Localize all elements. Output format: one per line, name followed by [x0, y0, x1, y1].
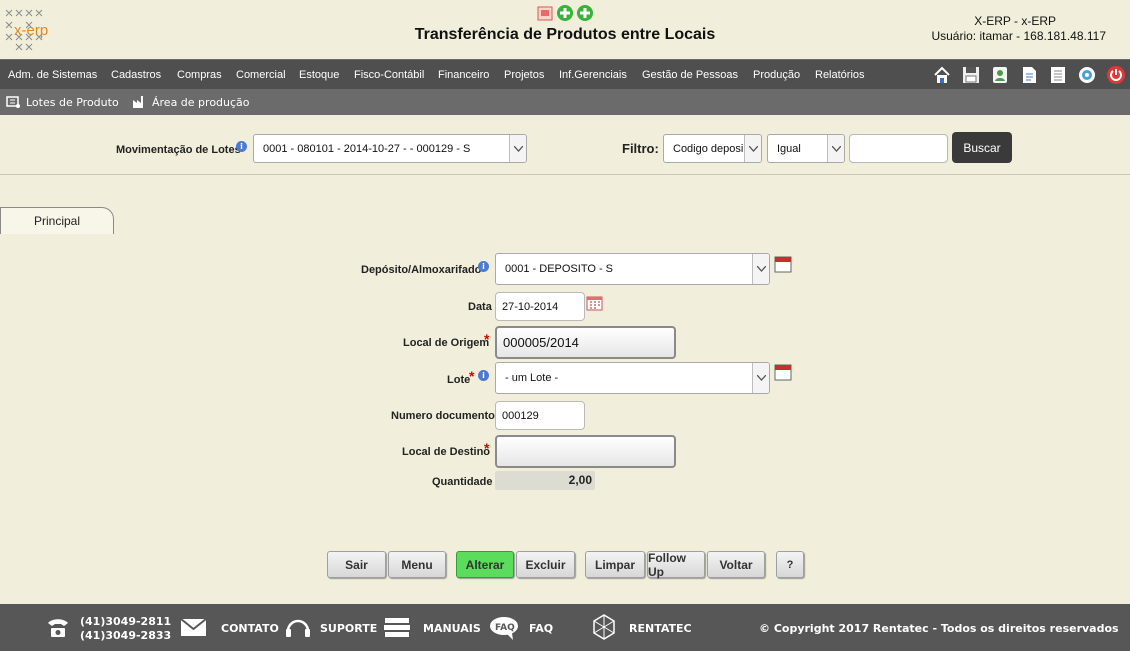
save-icon[interactable] — [961, 65, 981, 85]
phone-icon — [46, 617, 70, 642]
add-icon — [557, 5, 573, 21]
add-new-icon — [577, 5, 593, 21]
menu-relatorios[interactable]: Relatórios — [815, 69, 865, 81]
mov-lotes-label: Movimentação de Lotes — [116, 144, 241, 156]
filter-value-input[interactable] — [849, 134, 948, 163]
menu-adm-sistemas[interactable]: Adm. de Sistemas — [8, 69, 97, 81]
mov-lotes-select[interactable]: 0001 - 080101 - 2014-10-27 - - 000129 - … — [253, 134, 527, 163]
local-destino-input[interactable] — [495, 435, 676, 468]
help-button[interactable]: ? — [776, 551, 804, 578]
lotes-icon — [6, 94, 21, 112]
header: x-erp Transferência de Produtos entre Lo… — [0, 0, 1130, 59]
limpar-button[interactable]: Limpar — [585, 551, 645, 578]
list-icon[interactable] — [1048, 65, 1068, 85]
faq-icon[interactable]: FAQ — [489, 615, 519, 644]
header-actions — [537, 4, 597, 22]
menu-gestao-pessoas[interactable]: Gestão de Pessoas — [642, 69, 738, 81]
copyright: © Copyright 2017 Rentatec - Todos os dir… — [759, 622, 1119, 635]
menu-fisco-contabil[interactable]: Fisco-Contábil — [354, 69, 424, 81]
calendar-icon[interactable] — [774, 256, 792, 276]
contato-link[interactable]: CONTATO — [221, 622, 279, 635]
deposito-value: 0001 - DEPOSITO - S — [505, 263, 614, 275]
main-menu-bar: Adm. de Sistemas Cadastros Compras Comer… — [0, 59, 1130, 89]
submenu-area-producao[interactable]: Área de produção — [152, 96, 250, 109]
chevron-down-icon — [752, 254, 769, 284]
lote-value: - um Lote - — [505, 372, 559, 384]
required-marker: * — [469, 368, 475, 384]
report-icon — [537, 6, 553, 21]
sair-button[interactable]: Sair — [327, 551, 386, 578]
local-origem-input[interactable]: 000005/2014 — [495, 326, 676, 359]
rentatec-link[interactable]: RENTATEC — [629, 622, 692, 635]
menu-inf-gerenciais[interactable]: Inf.Gerenciais — [559, 69, 627, 81]
excluir-button[interactable]: Excluir — [516, 551, 575, 578]
voltar-button[interactable]: Voltar — [707, 551, 765, 578]
menu-producao[interactable]: Produção — [753, 69, 800, 81]
info-icon[interactable]: i — [478, 370, 489, 381]
menu-cadastros[interactable]: Cadastros — [111, 69, 161, 81]
books-icon[interactable] — [383, 616, 411, 643]
info-icon[interactable]: i — [236, 141, 247, 152]
date-picker-icon[interactable] — [586, 296, 603, 314]
svg-text:FAQ: FAQ — [495, 623, 515, 633]
deposito-select[interactable]: 0001 - DEPOSITO - S — [495, 253, 770, 285]
help-icon[interactable] — [1077, 65, 1097, 85]
sub-menu-bar: Lotes de Produto Área de produção — [0, 89, 1130, 115]
filter-operator-select[interactable]: Igual — [767, 134, 845, 163]
factory-icon — [132, 94, 147, 112]
filter-field-value: Codigo deposito — [673, 142, 743, 155]
quantidade-value: 2,00 — [495, 471, 595, 490]
mov-lotes-value: 0001 - 080101 - 2014-10-27 - - 000129 - … — [263, 142, 471, 155]
numero-documento-label: Numero documento — [391, 410, 495, 422]
local-destino-label: Local de Destino — [402, 446, 491, 458]
menu-projetos[interactable]: Projetos — [504, 69, 544, 81]
rentatec-logo-icon — [590, 613, 618, 644]
tab-principal[interactable]: Principal — [0, 207, 114, 234]
manuais-link[interactable]: MANUAIS — [423, 622, 481, 635]
chevron-down-icon — [752, 363, 769, 393]
filter-operator-value: Igual — [777, 142, 801, 155]
numero-documento-input[interactable]: 000129 — [495, 401, 585, 430]
user-badge-icon[interactable] — [990, 65, 1010, 85]
filter-field-select[interactable]: Codigo deposito — [663, 134, 762, 163]
data-input[interactable]: 27-10-2014 — [495, 292, 585, 321]
footer: (41)3049-2811 (41)3049-2833 CONTATO SUPO… — [0, 604, 1130, 651]
info-icon[interactable]: i — [478, 261, 489, 272]
phone-2: (41)3049-2833 — [80, 629, 172, 642]
chevron-down-icon — [827, 135, 844, 162]
quantidade-label: Quantidade — [432, 476, 493, 488]
menu-financeiro[interactable]: Financeiro — [438, 69, 489, 81]
data-label: Data — [468, 301, 492, 313]
deposito-label: Depósito/Almoxarifado — [361, 264, 482, 276]
menu-comercial[interactable]: Comercial — [236, 69, 286, 81]
filtro-label: Filtro: — [622, 141, 659, 156]
submenu-lotes-produto[interactable]: Lotes de Produto — [26, 96, 119, 109]
lote-select[interactable]: - um Lote - — [495, 362, 770, 394]
lote-label: Lote — [447, 374, 471, 386]
home-icon[interactable] — [932, 65, 952, 85]
headset-icon[interactable] — [285, 616, 311, 643]
phone-1: (41)3049-2811 — [80, 615, 172, 628]
required-marker: * — [484, 331, 490, 347]
menu-compras[interactable]: Compras — [177, 69, 222, 81]
faq-link[interactable]: FAQ — [529, 622, 553, 635]
system-name: X-ERP - x-ERP — [974, 14, 1056, 28]
menu-estoque[interactable]: Estoque — [299, 69, 339, 81]
calendar-icon[interactable] — [774, 364, 792, 384]
chevron-down-icon — [509, 135, 526, 162]
menu-button[interactable]: Menu — [388, 551, 446, 578]
mail-icon[interactable] — [180, 618, 207, 640]
suporte-link[interactable]: SUPORTE — [320, 622, 377, 635]
local-origem-label: Local de Origem — [403, 337, 490, 349]
follow-up-button[interactable]: Follow Up — [647, 551, 705, 579]
chevron-down-icon — [744, 135, 761, 162]
required-marker: * — [484, 440, 490, 456]
alterar-button[interactable]: Alterar — [456, 551, 514, 578]
document-icon[interactable] — [1019, 65, 1039, 85]
buscar-button[interactable]: Buscar — [952, 132, 1012, 163]
user-info: Usuário: itamar - 168.181.48.117 — [931, 29, 1106, 43]
power-icon[interactable] — [1106, 65, 1126, 85]
